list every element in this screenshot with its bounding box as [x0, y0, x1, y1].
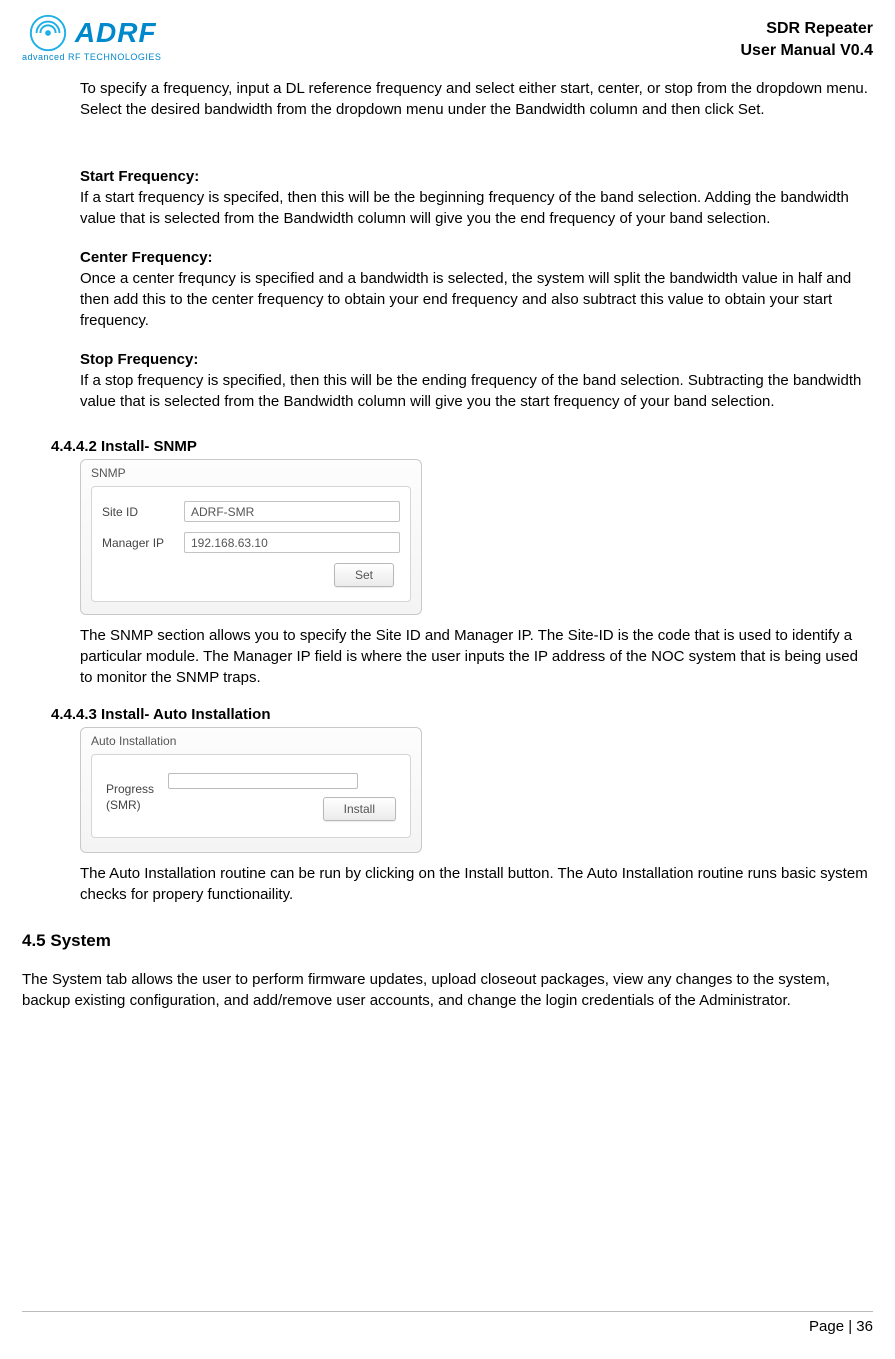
snmp-heading: 4.4.4.2 Install- SNMP: [51, 438, 873, 455]
intro-paragraph: To specify a frequency, input a DL refer…: [80, 78, 873, 120]
progress-label-line1: Progress: [106, 781, 154, 797]
header-title: SDR Repeater User Manual V0.4: [741, 12, 874, 61]
manager-ip-input[interactable]: [184, 532, 400, 553]
doc-version: User Manual V0.4: [741, 40, 874, 62]
auto-install-inner: Progress (SMR) Install: [91, 754, 411, 838]
snmp-panel: SNMP Site ID Manager IP Set: [80, 459, 422, 615]
site-id-row: Site ID: [102, 501, 400, 522]
auto-install-panel-title: Auto Installation: [81, 728, 421, 750]
auto-install-controls: Install: [168, 773, 396, 821]
start-frequency-body: If a start frequency is specifed, then t…: [80, 187, 873, 229]
snmp-panel-wrap: SNMP Site ID Manager IP Set: [80, 459, 873, 615]
progress-label-line2: (SMR): [106, 797, 154, 813]
install-button[interactable]: Install: [323, 797, 396, 821]
auto-install-heading: 4.4.4.3 Install- Auto Installation: [51, 706, 873, 723]
stop-frequency-block: Stop Frequency: If a stop frequency is s…: [80, 349, 873, 412]
install-button-row: Install: [168, 797, 396, 821]
snmp-button-row: Set: [102, 563, 400, 587]
logo-swirl-icon: [27, 12, 69, 54]
progress-bar: [168, 773, 358, 789]
system-paragraph: The System tab allows the user to perfor…: [22, 969, 873, 1011]
page-footer: Page | 36: [22, 1311, 873, 1335]
auto-install-panel: Auto Installation Progress (SMR) Install: [80, 727, 422, 853]
system-heading: 4.5 System: [22, 931, 873, 951]
set-button[interactable]: Set: [334, 563, 394, 587]
manager-ip-label: Manager IP: [102, 536, 184, 550]
auto-install-paragraph: The Auto Installation routine can be run…: [80, 863, 873, 905]
page-content: To specify a frequency, input a DL refer…: [0, 62, 895, 1011]
auto-install-panel-wrap: Auto Installation Progress (SMR) Install: [80, 727, 873, 853]
page-header: ADRF advanced RF TECHNOLOGIES SDR Repeat…: [0, 0, 895, 62]
start-frequency-label: Start Frequency:: [80, 166, 873, 187]
site-id-label: Site ID: [102, 505, 184, 519]
snmp-panel-inner: Site ID Manager IP Set: [91, 486, 411, 602]
doc-title: SDR Repeater: [741, 18, 874, 40]
stop-frequency-label: Stop Frequency:: [80, 349, 873, 370]
start-frequency-block: Start Frequency: If a start frequency is…: [80, 166, 873, 229]
center-frequency-label: Center Frequency:: [80, 247, 873, 268]
manager-ip-row: Manager IP: [102, 532, 400, 553]
progress-label: Progress (SMR): [106, 781, 154, 813]
center-frequency-block: Center Frequency: Once a center frequncy…: [80, 247, 873, 331]
stop-frequency-body: If a stop frequency is specified, then t…: [80, 370, 873, 412]
snmp-panel-title: SNMP: [81, 460, 421, 482]
logo-tagline: advanced RF TECHNOLOGIES: [22, 52, 161, 62]
logo: ADRF: [27, 12, 157, 54]
center-frequency-body: Once a center frequncy is specified and …: [80, 268, 873, 331]
page-number: Page | 36: [809, 1318, 873, 1335]
snmp-paragraph: The SNMP section allows you to specify t…: [80, 625, 873, 688]
logo-text: ADRF: [75, 17, 157, 49]
logo-block: ADRF advanced RF TECHNOLOGIES: [22, 12, 161, 62]
site-id-input[interactable]: [184, 501, 400, 522]
